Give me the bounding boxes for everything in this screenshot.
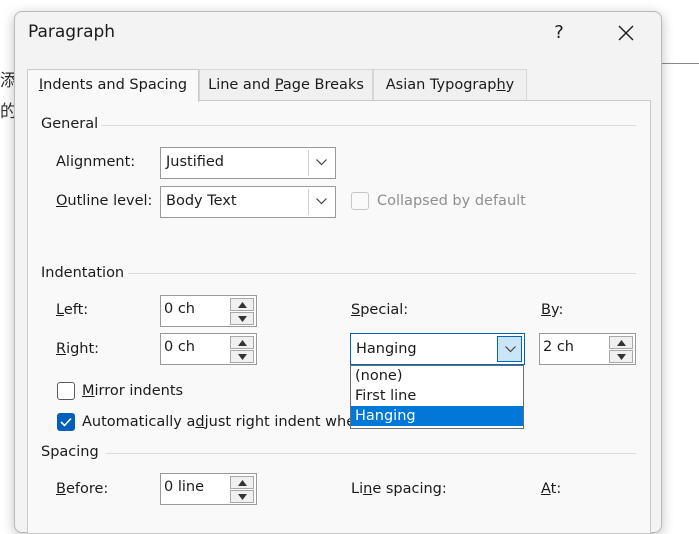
outline-level-value: Body Text (166, 193, 237, 209)
tab-asian-typography[interactable]: Asian Typography (373, 69, 527, 101)
triangle-down-icon (238, 494, 247, 500)
alignment-value: Justified (166, 154, 224, 170)
dialog-titlebar[interactable]: Paragraph ? (15, 12, 661, 54)
spacing-before-label: Before: (56, 481, 109, 497)
by-increment[interactable] (609, 336, 633, 349)
mirror-indents-checkbox[interactable] (57, 382, 75, 400)
special-option-first-line[interactable]: First line (351, 386, 523, 406)
triangle-up-icon (238, 480, 247, 486)
document-text-fragment: 添加 (0, 71, 14, 91)
by-label: By: (541, 302, 564, 318)
alignment-dropdown-button[interactable] (308, 150, 333, 176)
right-indent-spinner[interactable]: 0 ch (160, 333, 257, 365)
close-button[interactable] (609, 16, 643, 50)
chevron-down-icon (505, 346, 516, 353)
right-indent-increment[interactable] (230, 336, 254, 349)
alignment-label: Alignment: (56, 154, 136, 170)
special-indent-select[interactable]: Hanging (350, 333, 525, 365)
left-indent-increment[interactable] (230, 298, 254, 311)
spacing-group-title: Spacing (41, 444, 99, 460)
indentation-group-title: Indentation (41, 265, 125, 281)
triangle-down-icon (617, 354, 626, 360)
mirror-indents-label: Mirror indents (82, 383, 184, 399)
at-label: At: (541, 481, 562, 497)
right-indent-value: 0 ch (164, 339, 195, 355)
chevron-down-icon (316, 159, 327, 166)
outline-level-select[interactable]: Body Text (160, 186, 336, 218)
special-label: Special: (351, 302, 409, 318)
special-option-none[interactable]: (none) (351, 366, 523, 386)
line-spacing-label: Line spacing: (351, 481, 447, 497)
spacing-before-decrement[interactable] (230, 490, 254, 503)
outline-level-dropdown-button[interactable] (308, 189, 333, 215)
dialog-title: Paragraph (28, 22, 116, 42)
special-indent-value: Hanging (356, 341, 417, 357)
auto-adjust-right-indent-label: Automatically adjust right indent when (82, 414, 365, 430)
left-indent-label: Left: (56, 302, 89, 318)
left-indent-spinner[interactable]: 0 ch (160, 295, 257, 327)
special-indent-dropdown-button[interactable] (497, 336, 522, 362)
collapsed-by-default-checkbox[interactable] (351, 192, 369, 210)
chevron-down-icon (316, 198, 327, 205)
tab-line-and-page-breaks[interactable]: Line and Page Breaks (199, 69, 373, 101)
spacing-before-increment[interactable] (230, 476, 254, 489)
general-group-title: General (41, 116, 99, 132)
indentation-group-divider (128, 273, 636, 274)
triangle-down-icon (238, 316, 247, 322)
document-ruler-line (662, 63, 699, 64)
right-indent-label: Right: (56, 341, 100, 357)
tab-indents-and-spacing[interactable]: Indents and Spacing (27, 69, 199, 102)
left-indent-value: 0 ch (164, 301, 195, 317)
document-text-fragment: 的结 (0, 102, 14, 122)
special-option-hanging[interactable]: Hanging (351, 406, 523, 426)
general-group-divider (101, 125, 636, 126)
by-value: 2 ch (543, 339, 574, 355)
spacing-before-spinner[interactable]: 0 line (160, 473, 257, 505)
by-decrement[interactable] (609, 350, 633, 363)
spacing-before-value: 0 line (164, 479, 205, 495)
right-indent-decrement[interactable] (230, 350, 254, 363)
close-icon (618, 25, 634, 41)
triangle-up-icon (238, 302, 247, 308)
checkmark-icon (60, 417, 72, 427)
triangle-up-icon (238, 340, 247, 346)
left-indent-decrement[interactable] (230, 312, 254, 325)
auto-adjust-right-indent-checkbox[interactable] (57, 413, 75, 431)
triangle-up-icon (617, 340, 626, 346)
special-indent-options-list[interactable]: (none) First line Hanging (350, 365, 524, 429)
by-spinner[interactable]: 2 ch (539, 333, 636, 365)
alignment-select[interactable]: Justified (160, 147, 336, 179)
spacing-group-divider (106, 453, 636, 454)
help-button[interactable]: ? (542, 16, 576, 50)
collapsed-by-default-label: Collapsed by default (377, 193, 526, 209)
triangle-down-icon (238, 354, 247, 360)
outline-level-label: Outline level: (56, 193, 153, 209)
